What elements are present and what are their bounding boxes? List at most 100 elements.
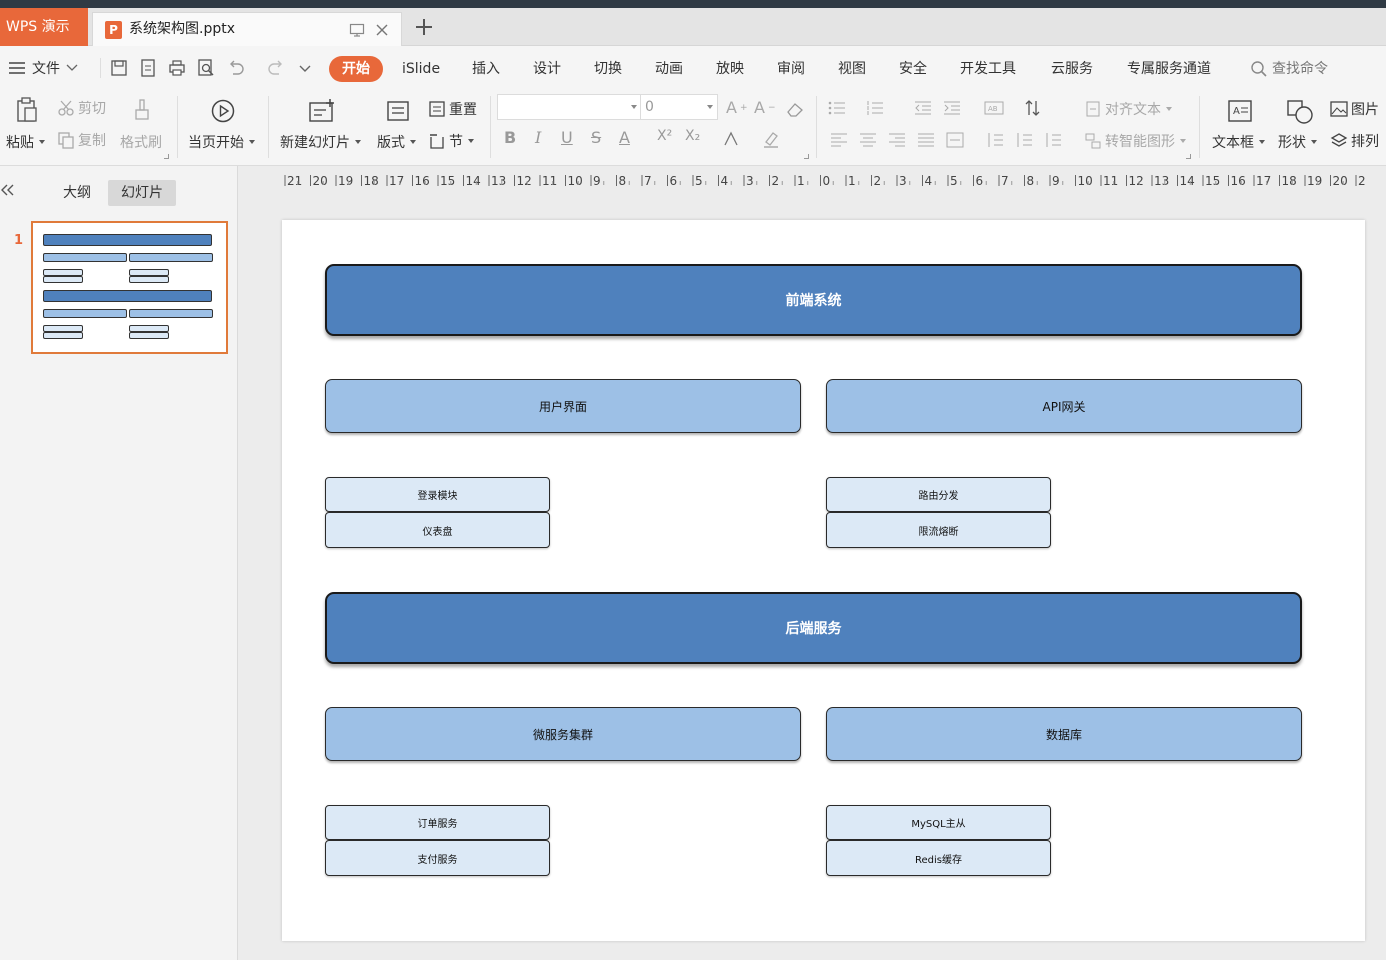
subscript-button[interactable]: X₂ [685,128,700,144]
frontend-system-label: 前端系统 [785,293,842,309]
tab-insert[interactable]: 插入 [472,56,500,82]
align-right-icon[interactable] [888,132,906,148]
line-spacing-icon[interactable] [1024,99,1042,117]
undo-icon[interactable] [226,58,246,78]
increase-indent-icon[interactable] [943,100,961,116]
rate-limit-box[interactable]: 限流熔断 [826,512,1051,548]
login-module-box[interactable]: 登录模块 [325,477,550,512]
close-icon[interactable] [374,22,390,38]
ruler-label: 6 [670,174,678,188]
mysql-box[interactable]: MySQL主从 [826,805,1051,840]
decrease-font-button[interactable]: A − [754,98,776,117]
collapse-pane-icon[interactable] [0,182,16,198]
column-spacing-icon[interactable] [1015,132,1033,148]
user-interface-box[interactable]: 用户界面 [325,379,801,433]
picture-button[interactable]: 图片 [1330,99,1379,119]
align-text-button[interactable]: 对齐文本 [1084,99,1172,119]
slide-thumbnail[interactable] [31,221,228,354]
shape-button[interactable]: 形状 [1278,132,1317,152]
frontend-system-box[interactable]: 前端系统 [325,264,1302,336]
play-from-current-button[interactable]: 当页开始 [188,132,255,152]
slide-canvas[interactable]: 前端系统 用户界面 API网关 登录模块 仪表盘 路由分发 限流熔断 后端服务 … [282,220,1365,941]
user-interface-label: 用户界面 [538,399,587,414]
layout-icon[interactable] [386,99,410,123]
tab-islide[interactable]: iSlide [402,56,440,82]
font-name-select[interactable] [497,94,642,120]
payment-service-box[interactable]: 支付服务 [325,840,550,876]
justify-icon[interactable] [917,132,935,148]
copy-button[interactable]: 复制 [57,130,106,150]
dashboard-box[interactable]: 仪表盘 [325,512,550,548]
command-search[interactable]: 查找命令 [1250,56,1328,82]
file-menu[interactable]: 文件 [8,56,78,80]
redis-box[interactable]: Redis缓存 [826,840,1051,876]
monitor-icon[interactable] [349,22,365,38]
increase-font-button[interactable]: A + [726,98,748,117]
strikethrough-button[interactable]: S [591,128,601,147]
section-button[interactable]: 节 [428,131,474,151]
customize-toolbar-icon[interactable] [295,58,315,78]
format-painter-icon[interactable] [132,98,152,122]
numbered-list-icon[interactable] [866,100,884,116]
tab-view[interactable]: 视图 [838,56,866,82]
database-box[interactable]: 数据库 [826,707,1302,761]
superscript-button[interactable]: X² [657,128,672,144]
text-direction-icon[interactable]: AB [984,100,1004,116]
text-box-button[interactable]: 文本框 [1212,132,1265,152]
document-tab[interactable]: P 系统架构图.pptx [92,12,402,46]
play-icon[interactable] [211,99,235,123]
print-icon[interactable] [167,58,187,78]
underline-button[interactable]: U [561,128,573,147]
tab-review[interactable]: 审阅 [777,56,805,82]
tab-slides[interactable]: 幻灯片 [108,180,176,206]
decrease-indent-icon[interactable] [914,100,932,116]
italic-button[interactable]: I [535,128,541,147]
tab-security[interactable]: 安全 [899,56,927,82]
order-service-box[interactable]: 订单服务 [325,805,550,840]
eraser-icon[interactable] [786,100,804,118]
api-gateway-box[interactable]: API网关 [826,379,1302,433]
format-painter-button[interactable]: 格式刷 [120,132,162,152]
tab-animations[interactable]: 动画 [655,56,683,82]
print-preview-icon[interactable] [196,58,216,78]
horizontal-ruler[interactable]: 21 20 19 18 17 16 15 14 13 12 11 10 9 8 7 6 5 4 3 2 1 0 1 2 3 4 5 6… [281,166,1365,188]
reset-button[interactable]: 重置 [428,99,477,119]
tab-transitions[interactable]: 切换 [594,56,622,82]
tab-exclusive-service[interactable]: 专属服务通道 [1127,56,1211,82]
new-slide-button[interactable]: 新建幻灯片 [280,132,361,152]
paste-button[interactable]: 粘贴 [6,132,45,152]
font-color-button[interactable]: A [619,128,630,147]
distribute-icon[interactable] [946,132,964,148]
paste-icon[interactable] [14,96,40,124]
phonetic-icon[interactable] [722,130,740,148]
bullet-list-icon[interactable] [828,100,846,116]
highlight-icon[interactable] [762,130,780,148]
font-size-select[interactable]: 0 [640,94,718,120]
bold-button[interactable]: B [504,128,516,147]
tab-home[interactable]: 开始 [329,56,383,82]
paragraph-spacing-icon[interactable] [986,132,1004,148]
new-tab-plus-icon[interactable] [412,15,436,39]
backend-services-box[interactable]: 后端服务 [325,592,1302,664]
tab-developer[interactable]: 开发工具 [960,56,1016,82]
export-pdf-icon[interactable] [138,58,158,78]
microservices-box[interactable]: 微服务集群 [325,707,801,761]
tab-slideshow[interactable]: 放映 [716,56,744,82]
align-center-icon[interactable] [859,132,877,148]
save-icon[interactable] [109,58,129,78]
tab-design[interactable]: 设计 [533,56,561,82]
new-slide-icon[interactable] [308,98,336,124]
shapes-icon[interactable] [1286,99,1314,125]
arrange-button[interactable]: 排列 [1330,131,1379,151]
tab-cloud[interactable]: 云服务 [1051,56,1093,82]
align-left-icon[interactable] [830,132,848,148]
redo-icon[interactable] [266,58,286,78]
routing-box[interactable]: 路由分发 [826,477,1051,512]
app-tab-wps[interactable]: WPS 演示 [0,8,88,46]
text-box-icon[interactable]: A [1227,99,1253,123]
convert-smartart-button[interactable]: 转智能图形 [1084,131,1186,151]
cut-button[interactable]: 剪切 [57,98,106,118]
line-spacing-options-icon[interactable] [1044,132,1062,148]
tab-outline[interactable]: 大纲 [50,180,104,206]
layout-button[interactable]: 版式 [377,132,416,152]
